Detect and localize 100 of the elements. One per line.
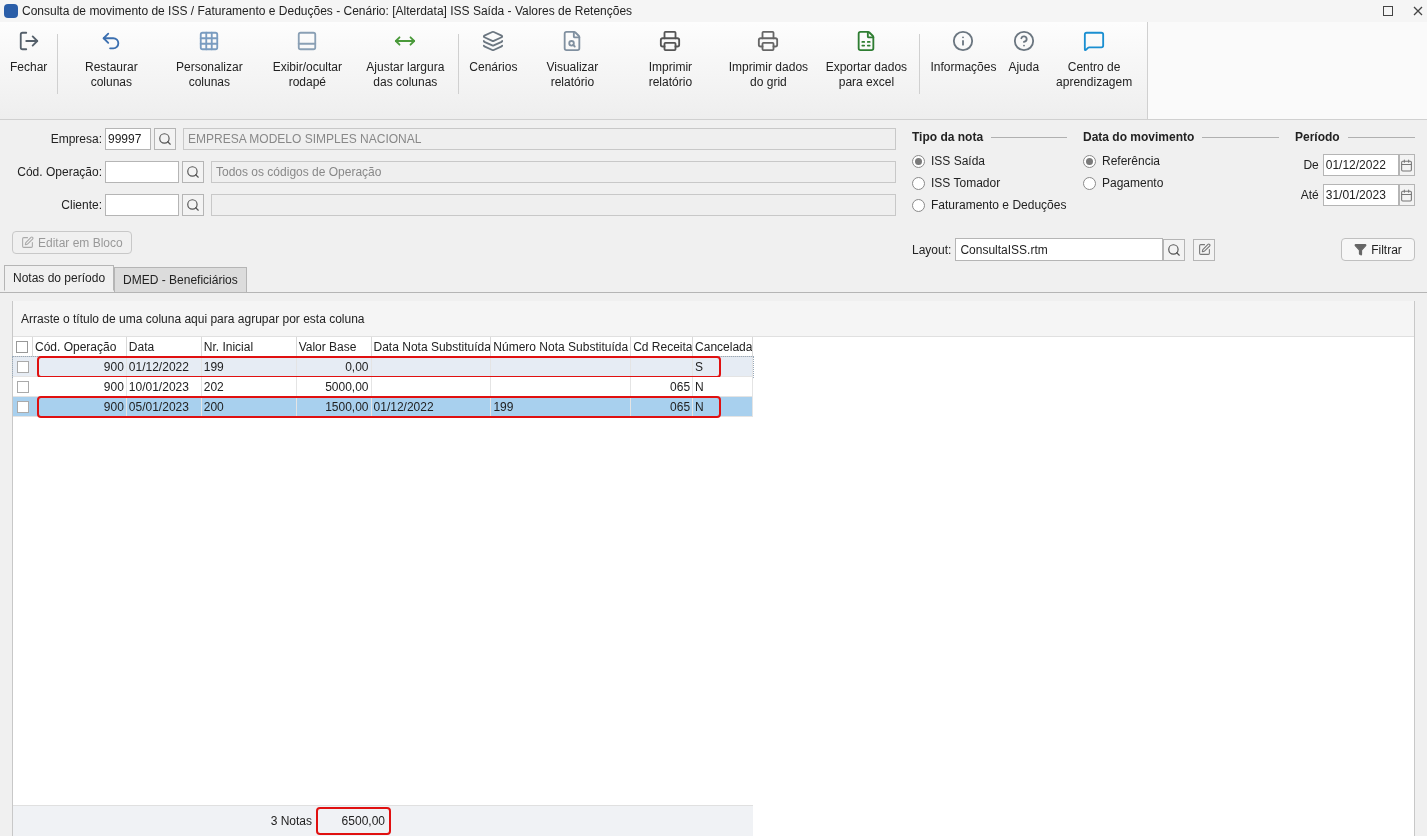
radio-label: ISS Tomador: [931, 175, 1001, 192]
count-label: 3 Notas: [270, 813, 312, 830]
radio-label: Faturamento e Deduções: [931, 197, 1067, 214]
toolbar-button[interactable]: Cenários: [463, 30, 524, 75]
date-label: De: [1302, 157, 1319, 174]
row-checkbox[interactable]: [17, 400, 29, 413]
date-field[interactable]: 01/12/2022: [1322, 154, 1399, 176]
search-icon: [1167, 242, 1182, 257]
table-cell-text: N: [695, 398, 704, 416]
search-icon: [186, 198, 200, 212]
toolbar-button[interactable]: Personalizar colunas: [160, 30, 259, 90]
toolbar-button[interactable]: Exibir/ocultar rodapé: [258, 30, 357, 90]
row-checkbox[interactable]: [17, 360, 29, 373]
code-field[interactable]: [105, 194, 179, 216]
calendar-icon: [1400, 188, 1414, 202]
table-cell-text: 065: [670, 378, 691, 396]
toolbar-button[interactable]: Imprimir relatório: [621, 30, 720, 90]
table-cell-text: 065: [670, 398, 691, 416]
toolbar-button[interactable]: Restaurar colunas: [62, 30, 161, 90]
radio-label: Referência: [1102, 153, 1161, 170]
column-header[interactable]: Valor Base: [296, 337, 372, 356]
printer-icon: [757, 30, 780, 52]
table-row[interactable]: 900 10/01/2023 202 5000,00 065 N: [13, 377, 753, 397]
help-icon: [1012, 30, 1035, 52]
code-field[interactable]: 99997: [105, 128, 151, 150]
total-value: 6500,00: [341, 813, 385, 830]
table-cell-text: 900: [103, 358, 124, 376]
table-cell-text: 10/01/2023: [128, 378, 189, 396]
edit-icon: [1197, 243, 1211, 256]
table-cell-text: 05/01/2023: [128, 398, 189, 416]
grid-icon: [198, 30, 221, 52]
field-label: Empresa:: [49, 131, 102, 148]
column-header[interactable]: Número Nota Substituída: [491, 337, 632, 356]
filter-button[interactable]: Filtrar: [1341, 238, 1415, 261]
description-field[interactable]: [211, 194, 896, 216]
app-icon: [4, 4, 18, 18]
table-cell-text: S: [695, 358, 704, 376]
restore-icon[interactable]: [1383, 6, 1393, 16]
field-label: Cliente:: [60, 197, 102, 214]
search-button[interactable]: [182, 161, 204, 183]
radio-button[interactable]: [912, 154, 925, 168]
window-title: Consulta de movimento de ISS / Faturamento e Deduções - Cenário: [Alterdata] ISS Saída - Valores de Retenções: [22, 3, 633, 20]
table-row[interactable]: 900 01/12/2022 199 0,00 S: [13, 357, 753, 377]
section-title: Tipo da nota: [912, 129, 984, 146]
radio-button[interactable]: [1083, 154, 1096, 168]
section-title: Data do movimento: [1083, 129, 1195, 146]
column-header[interactable]: Nr. Inicial: [201, 337, 297, 356]
section-title: Período: [1295, 129, 1340, 146]
code-field[interactable]: [105, 161, 179, 183]
search-button[interactable]: [182, 194, 204, 216]
info-icon: [952, 30, 975, 52]
toolbar-button[interactable]: Visualizar relatório: [523, 30, 622, 90]
chat-icon: [1083, 30, 1106, 52]
search-icon: [158, 132, 172, 146]
select-all-checkbox[interactable]: [16, 340, 29, 353]
edit-layout-button[interactable]: [1193, 238, 1216, 261]
table-cell-text: 01/12/2022: [128, 358, 189, 376]
table-cell-text: 202: [203, 378, 224, 396]
table-cell-text: 0,00: [345, 358, 369, 376]
exit-icon: [17, 30, 40, 52]
table-cell-text: 1500,00: [325, 398, 369, 416]
field-label: Cód. Operação:: [16, 164, 102, 181]
column-header[interactable]: Data: [126, 337, 202, 356]
date-label: Até: [1299, 187, 1319, 204]
column-header[interactable]: Data Nota Substituída: [371, 337, 492, 356]
table-cell-text: 199: [493, 398, 514, 416]
layout-field[interactable]: ConsultaISS.rtm: [955, 238, 1164, 261]
field-label: Layout:: [912, 241, 952, 259]
radio-button[interactable]: [912, 176, 925, 190]
table-row[interactable]: 900 05/01/2023 200 1500,00 01/12/2022 199 065 N: [13, 397, 753, 417]
toolbar-button[interactable]: Ajuda: [1002, 30, 1046, 75]
toolbar-button[interactable]: Exportar dados para excel: [817, 30, 916, 90]
toolbar-button[interactable]: Informações: [924, 30, 1003, 75]
close-icon[interactable]: [1413, 6, 1423, 16]
printer-icon: [659, 30, 682, 52]
radio-button[interactable]: [1083, 176, 1096, 190]
date-field[interactable]: 31/01/2023: [1322, 184, 1399, 206]
description-field[interactable]: Todos os códigos de Operação: [211, 161, 896, 183]
row-checkbox[interactable]: [17, 380, 29, 393]
table-cell-text: 199: [203, 358, 224, 376]
table-cell-text: 200: [203, 398, 224, 416]
table-cell-text: 5000,00: [325, 378, 369, 396]
toolbar-button[interactable]: Centro de aprendizagem: [1045, 30, 1144, 90]
tab[interactable]: Notas do período: [4, 265, 115, 291]
column-header[interactable]: Cd Receita: [631, 337, 694, 356]
group-by-hint: Arraste o título de uma coluna aqui para agrupar por esta coluna: [21, 310, 365, 328]
search-button[interactable]: [154, 128, 176, 150]
toolbar-button[interactable]: Imprimir dados do grid: [719, 30, 818, 90]
layers-icon: [482, 30, 505, 52]
radio-label: ISS Saída: [931, 153, 986, 170]
toolbar-button[interactable]: Fechar: [4, 30, 54, 75]
panel-icon: [296, 30, 319, 52]
radio-button[interactable]: [912, 198, 925, 212]
toolbar-button[interactable]: Ajustar largura das colunas: [356, 30, 455, 90]
radio-label: Pagamento: [1102, 175, 1164, 192]
table-cell-text: N: [695, 378, 704, 396]
tab[interactable]: DMED - Beneficiários: [114, 267, 247, 293]
filter-icon: [1354, 243, 1368, 256]
search-button[interactable]: [1163, 238, 1186, 261]
edit-icon: [21, 236, 34, 249]
